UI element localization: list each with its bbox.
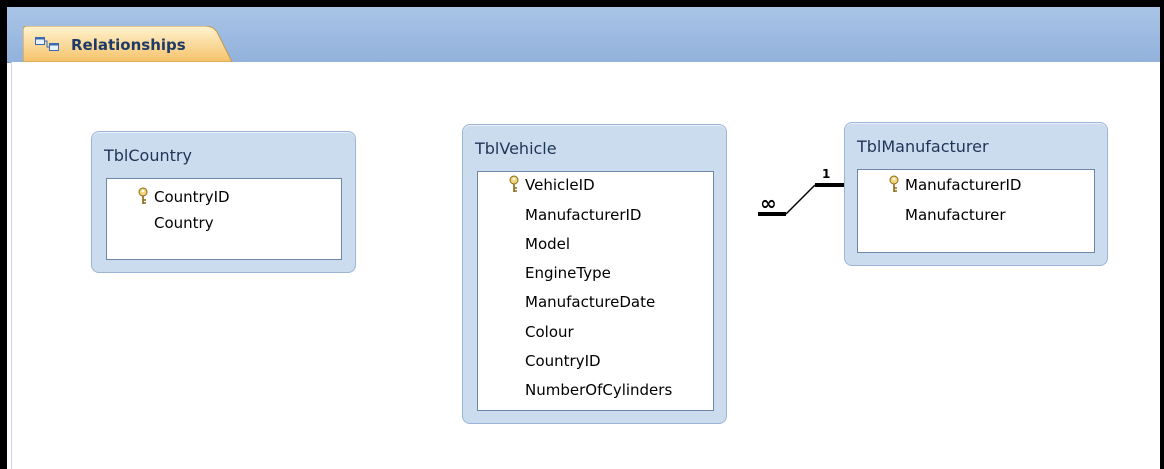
many-label: ∞ — [760, 191, 777, 215]
one-label: 1 — [822, 167, 830, 181]
join-line — [785, 184, 816, 215]
relationship-line[interactable]: ∞ 1 — [0, 0, 1164, 469]
